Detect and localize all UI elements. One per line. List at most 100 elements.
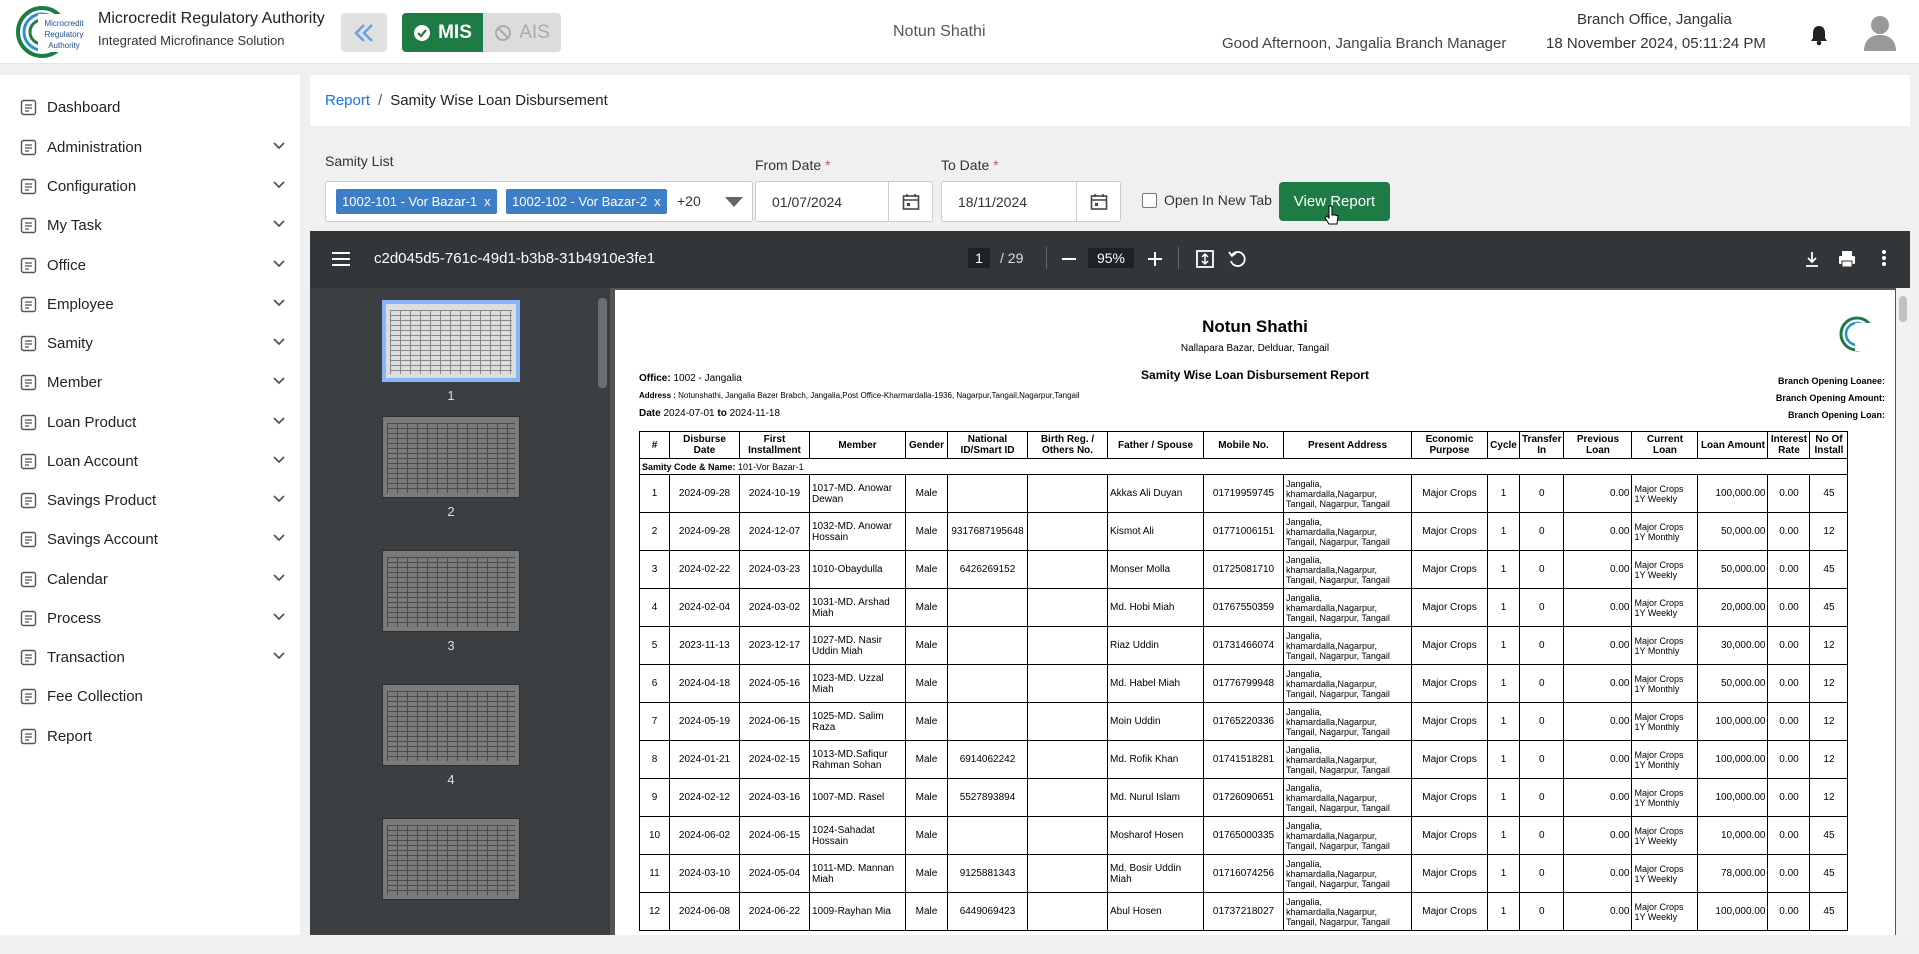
print-icon[interactable] [1838, 250, 1856, 268]
page-thumbnail[interactable] [382, 550, 520, 632]
sidebar-item-savings-product[interactable]: Savings Product [0, 480, 300, 520]
table-cell: 1 [1487, 702, 1520, 741]
from-date-input[interactable]: 01/07/2024 [755, 181, 933, 222]
table-cell [947, 626, 1028, 665]
open-new-tab-checkbox[interactable] [1142, 193, 1157, 208]
user-avatar[interactable] [1862, 13, 1898, 51]
table-cell: 01737218027 [1203, 892, 1284, 931]
more-options-icon[interactable] [1882, 250, 1886, 266]
report-filter-panel: Samity List 1002-101 - Vor Bazar-1 x 1002… [310, 137, 1910, 227]
notification-bell-icon[interactable] [1809, 24, 1829, 51]
sidebar-item-label: Samity [47, 334, 93, 352]
table-cell: 2023-12-17 [739, 626, 810, 665]
check-circle-icon [414, 24, 431, 41]
menu-icon[interactable] [332, 252, 350, 266]
table-cell: Jangalia, khamardalla,Nagarpur, Tangail,… [1283, 740, 1412, 779]
table-cell: 2024-06-15 [739, 702, 810, 741]
dropdown-caret-icon[interactable] [725, 197, 743, 207]
page-thumbnail[interactable] [382, 818, 520, 900]
column-header: Gender [905, 431, 948, 459]
sidebar-item-fee-collection[interactable]: Fee Collection [0, 676, 300, 716]
chip-remove-icon[interactable]: x [654, 194, 661, 209]
column-header: National ID/Smart ID [947, 431, 1028, 459]
table-cell: 0.00 [1563, 474, 1633, 513]
sidebar-item-savings-account[interactable]: Savings Account [0, 519, 300, 559]
table-cell: Riaz Uddin [1107, 626, 1204, 665]
ais-toggle-button[interactable]: AIS [483, 13, 561, 52]
breadcrumb-report-link[interactable]: Report [325, 92, 370, 109]
samity-multiselect[interactable]: 1002-101 - Vor Bazar-1 x 1002-102 - Vor B… [325, 181, 753, 222]
page-thumbnail[interactable] [382, 684, 520, 766]
ais-label: AIS [519, 21, 550, 43]
sidebar-item-calendar[interactable]: Calendar [0, 559, 300, 599]
zoom-in-icon[interactable] [1148, 252, 1162, 266]
rotate-icon[interactable] [1228, 250, 1246, 268]
page-scrollbar[interactable] [1896, 288, 1910, 935]
sidebar-item-office[interactable]: Office [0, 245, 300, 285]
sidebar-item-employee[interactable]: Employee [0, 284, 300, 324]
table-cell: 0.00 [1767, 474, 1811, 513]
sidebar-item-samity[interactable]: Samity [0, 323, 300, 363]
report-org-name: Notun Shathi [1202, 317, 1308, 336]
calendar-icon[interactable] [1076, 182, 1120, 221]
sidebar-item-transaction[interactable]: Transaction [0, 637, 300, 677]
table-cell [1027, 740, 1108, 779]
table-cell: 1025-MD. Salim Raza [809, 702, 906, 741]
table-cell: 45 [1809, 854, 1849, 893]
table-cell: 5 [639, 626, 670, 665]
sidebar-item-loan-product[interactable]: Loan Product [0, 402, 300, 442]
table-cell: Abul Hosen [1107, 892, 1204, 931]
sidebar-item-loan-account[interactable]: Loan Account [0, 441, 300, 481]
table-cell: 01716074256 [1203, 854, 1284, 893]
chevron-down-icon [273, 142, 285, 150]
column-header: Economic Purpose [1411, 431, 1488, 459]
table-cell: 1 [1487, 588, 1520, 627]
table-cell: Major Crops [1411, 588, 1488, 627]
table-row: 1 2024-09-28 2024-10-19 1017-MD. Anowar Dew… [639, 474, 1849, 513]
table-cell: Md. Nurul Islam [1107, 778, 1204, 817]
column-header: Interest Rate [1767, 431, 1811, 459]
table-cell: 3 [639, 550, 670, 589]
sidebar-item-member[interactable]: Member [0, 362, 300, 402]
zoom-level-input[interactable]: 95% [1088, 248, 1134, 268]
mra-logo: Microcredit Regulatory Authority [16, 6, 90, 58]
zoom-out-icon[interactable] [1062, 258, 1076, 260]
thumbnail-number: 1 [447, 388, 455, 403]
mis-toggle-button[interactable]: MIS [402, 13, 483, 52]
page-thumbnail[interactable] [382, 416, 520, 498]
page-number-input[interactable]: 1 [968, 248, 990, 268]
sidebar-item-dashboard[interactable]: Dashboard [0, 87, 300, 127]
to-date-input[interactable]: 18/11/2024 [941, 181, 1121, 222]
collapse-sidebar-button[interactable] [341, 13, 387, 52]
chevron-down-icon [273, 299, 285, 307]
open-new-tab-label: Open In New Tab [1164, 192, 1272, 208]
table-cell: 1 [1487, 550, 1520, 589]
sidebar-item-process[interactable]: Process [0, 598, 300, 638]
page-thumbnail[interactable] [382, 300, 520, 382]
sidebar-item-report[interactable]: Report [0, 716, 300, 756]
table-cell: 45 [1809, 892, 1849, 931]
table-cell: 2024-05-16 [739, 664, 810, 703]
table-cell: 2024-05-19 [669, 702, 740, 741]
sidebar-item-configuration[interactable]: Configuration [0, 166, 300, 206]
calendar-icon[interactable] [888, 182, 932, 221]
sidebar-item-my-task[interactable]: My Task [0, 205, 300, 245]
column-header: # [639, 431, 670, 459]
table-cell: Major Crops 1Y Weekly [1631, 854, 1699, 893]
toolbar-divider [1046, 247, 1047, 269]
table-cell: 100,000.00 [1697, 474, 1769, 513]
double-chevron-left-icon [354, 23, 373, 42]
table-cell: 50,000.00 [1697, 512, 1769, 551]
table-cell: Akkas Ali Duyan [1107, 474, 1204, 513]
table-cell: 1011-MD. Mannan Miah [809, 854, 906, 893]
table-cell [1027, 664, 1108, 703]
table-cell: 2024-02-22 [669, 550, 740, 589]
thumbnail-scrollbar[interactable] [595, 288, 610, 935]
table-cell: 12 [1809, 702, 1849, 741]
download-icon[interactable] [1804, 251, 1820, 267]
table-cell: Jangalia, khamardalla,Nagarpur, Tangail,… [1283, 664, 1412, 703]
table-cell: Mosharof Hosen [1107, 816, 1204, 855]
fit-page-icon[interactable] [1196, 250, 1214, 268]
sidebar-item-administration[interactable]: Administration [0, 127, 300, 167]
chip-remove-icon[interactable]: x [484, 194, 491, 209]
